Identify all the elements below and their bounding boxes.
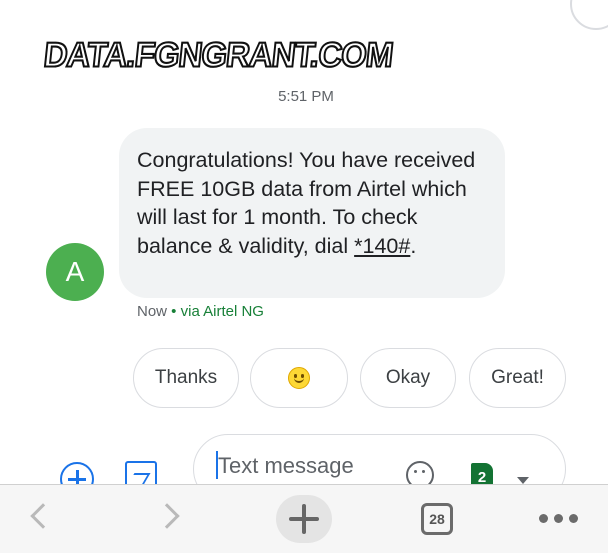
message-via: via Airtel NG — [180, 303, 264, 320]
forward-icon[interactable] — [154, 503, 180, 529]
smart-reply-label: Okay — [385, 367, 431, 388]
smart-reply-label: Great! — [491, 367, 544, 388]
smart-reply-emoji[interactable] — [250, 348, 348, 408]
add-attachment-icon[interactable] — [60, 462, 94, 484]
smart-reply-thanks[interactable]: Thanks — [133, 348, 239, 408]
message-input-placeholder: Text message — [218, 453, 354, 478]
watermark-text: DATA.FGNGRANT.COM — [41, 34, 396, 75]
smart-reply-label: Thanks — [154, 367, 218, 388]
message-time: Now — [137, 303, 168, 320]
more-menu-icon[interactable] — [539, 514, 578, 523]
meta-separator: • — [167, 303, 181, 320]
tabs-count-label: 28 — [429, 511, 445, 527]
message-text: Congratulations! You have received FREE … — [137, 148, 476, 258]
smart-reply-great[interactable]: Great! — [469, 348, 566, 408]
emoji-icon[interactable] — [406, 461, 434, 484]
message-composer: Text message 2 — [0, 428, 608, 484]
message-meta: Now • via Airtel NG — [137, 303, 264, 320]
timestamp-label: 5:51 PM — [278, 88, 334, 105]
back-icon[interactable] — [30, 503, 56, 529]
dropdown-icon[interactable] — [517, 477, 529, 484]
smart-reply-okay[interactable]: Okay — [360, 348, 456, 408]
sim-card-icon[interactable]: 2 — [471, 463, 493, 484]
message-text-end: . — [410, 233, 417, 258]
avatar-initial: A — [65, 256, 85, 287]
browser-bottom-bar: 28 — [0, 484, 608, 553]
gallery-icon[interactable] — [125, 461, 157, 484]
conversation-timestamp: 5:51 PM — [0, 88, 608, 105]
top-corner-button-edge[interactable] — [570, 0, 608, 30]
sim-slot-number: 2 — [477, 469, 487, 484]
new-tab-icon[interactable] — [276, 495, 332, 543]
sender-avatar[interactable]: A — [46, 243, 104, 301]
message-input[interactable]: Text message 2 — [193, 434, 566, 484]
tabs-icon[interactable]: 28 — [421, 503, 453, 535]
smiling-face-emoji-icon — [288, 367, 310, 389]
ussd-code-link[interactable]: *140# — [354, 234, 410, 258]
message-bubble[interactable]: Congratulations! You have received FREE … — [119, 128, 505, 298]
